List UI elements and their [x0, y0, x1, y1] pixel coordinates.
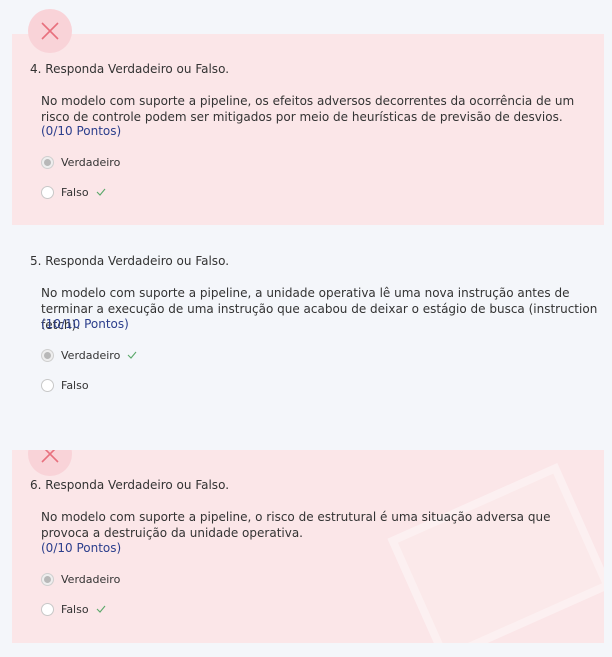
question-text: No modelo com suporte a pipeline, os efe…: [41, 94, 575, 124]
radio-button[interactable]: [41, 155, 54, 169]
question-title: 5. Responda Verdadeiro ou Falso.: [30, 254, 230, 268]
question-title: 4. Responda Verdadeiro ou Falso.: [30, 62, 230, 76]
option-label: Verdadeiro: [61, 155, 121, 169]
question-points: (0/10 Pontos): [41, 541, 122, 555]
option-label: Falso: [61, 185, 89, 199]
incorrect-badge: [28, 9, 72, 53]
option-verdadeiro[interactable]: Verdadeiro: [41, 347, 137, 363]
option-label: Verdadeiro: [61, 572, 121, 586]
option-falso[interactable]: Falso: [41, 184, 106, 200]
option-falso[interactable]: Falso: [41, 601, 106, 617]
question-points: (10/10 Pontos): [41, 317, 129, 331]
radio-button[interactable]: [41, 572, 54, 586]
question-card-6: 6. Responda Verdadeiro ou Falso. No mode…: [12, 450, 604, 643]
option-label: Falso: [61, 378, 89, 392]
radio-button[interactable]: [41, 378, 54, 392]
option-falso[interactable]: Falso: [41, 377, 89, 393]
decorative-watermark: [387, 463, 604, 643]
option-verdadeiro[interactable]: Verdadeiro: [41, 154, 120, 170]
question-points: (0/10 Pontos): [41, 124, 122, 138]
question-text: No modelo com suporte a pipeline, o risc…: [41, 510, 551, 540]
radio-button[interactable]: [41, 602, 54, 616]
radio-button[interactable]: [41, 348, 54, 362]
incorrect-badge: [28, 450, 72, 476]
option-verdadeiro[interactable]: Verdadeiro: [41, 571, 120, 587]
close-icon: [41, 450, 59, 463]
question-card-5: 5. Responda Verdadeiro ou Falso. No mode…: [12, 238, 604, 413]
option-label: Falso: [61, 602, 89, 616]
question-title: 6. Responda Verdadeiro ou Falso.: [30, 478, 230, 492]
close-icon: [41, 22, 59, 40]
checkmark-icon: [96, 605, 106, 613]
question-card-4: 4. Responda Verdadeiro ou Falso. No mode…: [12, 9, 604, 225]
option-label: Verdadeiro: [61, 348, 121, 362]
checkmark-icon: [127, 351, 137, 359]
checkmark-icon: [96, 188, 106, 196]
radio-button[interactable]: [41, 185, 54, 199]
